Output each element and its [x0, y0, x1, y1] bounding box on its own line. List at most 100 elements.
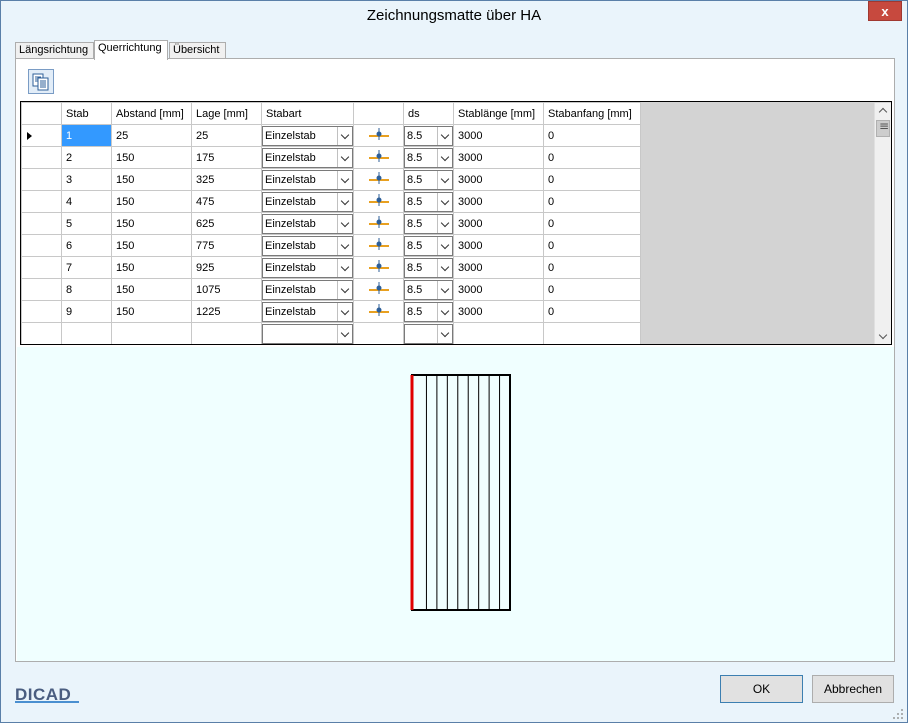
chevron-down-icon[interactable] [337, 324, 352, 343]
cell-lage[interactable]: 1075 [191, 278, 262, 301]
table-row[interactable]: 2 150 175 Einzelstab 8.5 3000 0 [21, 146, 641, 169]
chevron-down-icon[interactable] [337, 236, 352, 255]
ok-button[interactable]: OK [720, 675, 803, 703]
cell-position-button[interactable] [353, 300, 404, 323]
col-header-icon[interactable] [353, 102, 404, 125]
table-row[interactable]: 1 25 25 Einzelstab 8.5 3000 0 [21, 124, 641, 147]
cell-ds[interactable]: 8.5 [403, 300, 454, 323]
col-header-abstand[interactable]: Abstand [mm] [111, 102, 192, 125]
row-header[interactable] [21, 256, 62, 279]
cell-stablaenge[interactable]: 3000 [453, 168, 544, 191]
cell-ds[interactable]: 8.5 [403, 256, 454, 279]
cell-stabart[interactable]: Einzelstab [261, 300, 354, 323]
tab-laengsrichtung[interactable]: Längsrichtung [15, 42, 94, 59]
table-row[interactable]: 7 150 925 Einzelstab 8.5 3000 0 [21, 256, 641, 279]
cell-stablaenge[interactable]: 3000 [453, 300, 544, 323]
cell-stabanfang[interactable]: 0 [543, 278, 641, 301]
cell-lage[interactable]: 775 [191, 234, 262, 257]
cell-stabanfang[interactable]: 0 [543, 168, 641, 191]
row-header[interactable] [21, 212, 62, 235]
cell-stabart[interactable]: Einzelstab [261, 278, 354, 301]
table-row[interactable]: 3 150 325 Einzelstab 8.5 3000 0 [21, 168, 641, 191]
cell-position-button[interactable] [353, 168, 404, 191]
chevron-down-icon[interactable] [437, 236, 452, 255]
col-header-ds[interactable]: ds [403, 102, 454, 125]
cell-stabanfang[interactable]: 0 [543, 234, 641, 257]
row-header[interactable] [21, 190, 62, 213]
cell-ds[interactable]: 8.5 [403, 124, 454, 147]
cell-ds[interactable]: 8.5 [403, 278, 454, 301]
cell-stab[interactable]: 9 [61, 300, 112, 323]
col-header-stablaenge[interactable]: Stablänge [mm] [453, 102, 544, 125]
grid-vertical-scrollbar[interactable] [874, 103, 891, 344]
stabart-select[interactable]: Einzelstab [262, 257, 353, 278]
cell-abstand[interactable]: 150 [111, 168, 192, 191]
cell-stablaenge[interactable] [453, 322, 544, 344]
cell-stab[interactable]: 6 [61, 234, 112, 257]
row-header[interactable] [21, 168, 62, 191]
cell-position-button[interactable] [353, 212, 404, 235]
cell-stabart[interactable]: Einzelstab [261, 212, 354, 235]
table-row[interactable]: 9 150 1225 Einzelstab 8.5 3000 0 [21, 300, 641, 323]
stabart-select[interactable]: Einzelstab [262, 191, 353, 212]
chevron-down-icon[interactable] [437, 126, 452, 145]
cell-stabart[interactable]: Einzelstab [261, 256, 354, 279]
ds-select[interactable]: 8.5 [404, 125, 453, 146]
chevron-down-icon[interactable] [437, 192, 452, 211]
ds-select[interactable] [404, 323, 453, 344]
cell-stab[interactable]: 5 [61, 212, 112, 235]
row-header[interactable] [21, 124, 62, 147]
cell-stabart[interactable]: Einzelstab [261, 146, 354, 169]
chevron-down-icon[interactable] [437, 258, 452, 277]
cell-stab[interactable]: 1 [61, 124, 112, 147]
chevron-down-icon[interactable] [337, 126, 352, 145]
ds-select[interactable]: 8.5 [404, 257, 453, 278]
cell-position-button[interactable] [353, 190, 404, 213]
table-row[interactable]: 4 150 475 Einzelstab 8.5 3000 0 [21, 190, 641, 213]
cell-lage[interactable]: 475 [191, 190, 262, 213]
table-row[interactable]: 5 150 625 Einzelstab 8.5 3000 0 [21, 212, 641, 235]
chevron-down-icon[interactable] [437, 170, 452, 189]
cell-position-button[interactable] [353, 234, 404, 257]
cell-lage[interactable]: 325 [191, 168, 262, 191]
col-header-lage[interactable]: Lage [mm] [191, 102, 262, 125]
row-header[interactable] [21, 234, 62, 257]
cell-abstand[interactable] [111, 322, 192, 344]
cell-stabanfang[interactable] [543, 322, 641, 344]
ds-select[interactable]: 8.5 [404, 169, 453, 190]
new-row[interactable] [21, 322, 641, 344]
cell-stab[interactable]: 3 [61, 168, 112, 191]
cell-stabart[interactable]: Einzelstab [261, 124, 354, 147]
cell-ds[interactable]: 8.5 [403, 168, 454, 191]
chevron-down-icon[interactable] [337, 214, 352, 233]
table-row[interactable]: 6 150 775 Einzelstab 8.5 3000 0 [21, 234, 641, 257]
cell-position-button[interactable] [353, 124, 404, 147]
cell-stabanfang[interactable]: 0 [543, 146, 641, 169]
cell-stablaenge[interactable]: 3000 [453, 124, 544, 147]
stabart-select[interactable]: Einzelstab [262, 213, 353, 234]
scroll-down-icon[interactable] [875, 328, 891, 344]
cell-abstand[interactable]: 150 [111, 190, 192, 213]
cell-abstand[interactable]: 150 [111, 212, 192, 235]
cell-lage[interactable]: 625 [191, 212, 262, 235]
cell-ds[interactable]: 8.5 [403, 190, 454, 213]
ds-select[interactable]: 8.5 [404, 191, 453, 212]
chevron-down-icon[interactable] [337, 302, 352, 321]
stabart-select[interactable]: Einzelstab [262, 169, 353, 190]
cell-abstand[interactable]: 150 [111, 278, 192, 301]
cell-stabart[interactable]: Einzelstab [261, 168, 354, 191]
cell-ds[interactable]: 8.5 [403, 146, 454, 169]
cell-lage[interactable]: 175 [191, 146, 262, 169]
cell-stabart[interactable] [261, 322, 354, 344]
chevron-down-icon[interactable] [337, 280, 352, 299]
cell-stabanfang[interactable]: 0 [543, 212, 641, 235]
stabart-select[interactable]: Einzelstab [262, 301, 353, 322]
cell-stabart[interactable]: Einzelstab [261, 234, 354, 257]
stabart-select[interactable]: Einzelstab [262, 125, 353, 146]
cell-stablaenge[interactable]: 3000 [453, 256, 544, 279]
chevron-down-icon[interactable] [337, 148, 352, 167]
tab-uebersicht[interactable]: Übersicht [169, 42, 226, 59]
cell-ds[interactable]: 8.5 [403, 212, 454, 235]
cell-abstand[interactable]: 150 [111, 256, 192, 279]
ds-select[interactable]: 8.5 [404, 235, 453, 256]
